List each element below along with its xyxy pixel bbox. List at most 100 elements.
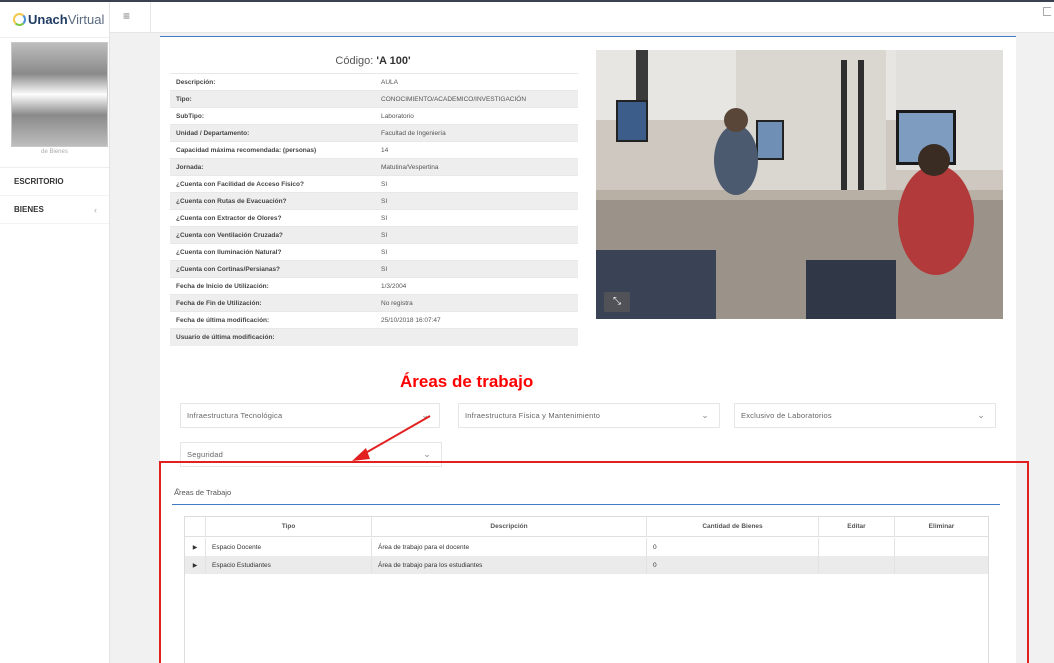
detail-value: AULA	[375, 73, 578, 91]
detail-value: Facultad de Ingeniería	[375, 124, 578, 142]
annotation-title: Áreas de trabajo	[400, 372, 534, 391]
cell-editar[interactable]	[819, 538, 895, 556]
detail-row: Tipo: CONOCIMIENTO/ACADEMICO/INVESTIGACIÓ…	[170, 90, 578, 108]
chevron-down-icon: ⌄	[977, 410, 985, 420]
detail-label: Unidad / Departamento:	[170, 124, 375, 142]
brand-name-bold: Unach	[28, 12, 68, 27]
column-header-descripcion[interactable]: Descripción	[372, 517, 647, 536]
sidebar-item-label: BIENES	[14, 205, 44, 214]
detail-label: Jornada:	[170, 158, 375, 176]
detail-value: SI	[375, 226, 578, 244]
detail-row: ¿Cuenta con Rutas de Evacuación? SI	[170, 192, 578, 210]
chevron-left-icon: ‹	[94, 204, 97, 215]
avatar	[11, 42, 108, 147]
detail-label: ¿Cuenta con Extractor de Olores?	[170, 209, 375, 227]
column-header-eliminar: Eliminar	[928, 523, 955, 530]
cell-cantidad: 0	[647, 538, 819, 556]
select-label: Infraestructura Física y Mantenimiento	[465, 411, 601, 420]
brand-logo[interactable]: Unach Virtual	[0, 2, 109, 38]
column-header-editar: Editar	[819, 517, 895, 536]
detail-row: ¿Cuenta con Iluminación Natural? SI	[170, 243, 578, 261]
cell-eliminar[interactable]	[895, 538, 988, 556]
sidebar-item-escritorio[interactable]: ESCRITORIO	[0, 168, 109, 196]
detail-value: SI	[375, 175, 578, 193]
chevron-up-icon[interactable]: ⌃	[174, 487, 997, 498]
detail-row: Jornada: Matutina/Vespertina	[170, 158, 578, 176]
detail-value: SI	[375, 243, 578, 261]
cell-tipo: Espacio Estudiantes	[206, 556, 372, 574]
logo-ring-icon	[13, 13, 26, 26]
detail-value: CONOCIMIENTO/ACADEMICO/INVESTIGACIÓN	[375, 90, 578, 108]
hamburger-menu-icon[interactable]: ≡	[123, 9, 137, 23]
brand-name-light: Virtual	[67, 12, 105, 27]
table-row[interactable]: ▶ Espacio Estudiantes Área de trabajo pa…	[185, 556, 988, 574]
detail-label: ¿Cuenta con Facilidad de Acceso Físico?	[170, 175, 375, 193]
cell-tipo: Espacio Docente	[206, 538, 372, 556]
detail-row: Capacidad máxima recomendada: (personas)…	[170, 141, 578, 159]
row-expander[interactable]: ▶	[185, 556, 206, 574]
select-exclusivo-laboratorios[interactable]: Exclusivo de Laboratorios ⌄	[734, 403, 996, 428]
logout-icon[interactable]	[1043, 7, 1051, 16]
cell-descripcion: Área de trabajo para los estudiantes	[372, 556, 647, 574]
detail-row: Fecha de Fin de Utilización: No registra	[170, 294, 578, 312]
chevron-down-icon: ⌄	[701, 410, 709, 420]
detail-value: 14	[375, 141, 578, 159]
column-header-tipo[interactable]: Tipo	[206, 517, 372, 536]
details-table: Descripción: AULA Tipo: CONOCIMIENTO/ACADEM…	[170, 73, 578, 346]
detail-row: Unidad / Departamento: Facultad de Ingeni…	[170, 124, 578, 142]
top-bar: ≡	[110, 2, 1054, 33]
record-code-title: Código: 'A 100'	[170, 55, 576, 67]
code-label: Código:	[335, 55, 374, 67]
detail-row: ¿Cuenta con Extractor de Olores? SI	[170, 209, 578, 227]
code-value: 'A 100'	[376, 55, 411, 67]
expand-image-icon[interactable]: ⤡	[604, 292, 630, 312]
detail-row: Fecha de última modificación: 25/10/2018 …	[170, 311, 578, 329]
select-infraestructura-fisica[interactable]: Infraestructura Física y Mantenimiento ⌄	[458, 403, 720, 428]
caret-right-icon: ▶	[192, 562, 198, 569]
room-photo[interactable]	[596, 50, 1003, 319]
grid-header-expander	[185, 517, 206, 536]
detail-row: ¿Cuenta con Cortinas/Persianas? SI	[170, 260, 578, 278]
detail-label: SubTipo:	[170, 107, 375, 125]
select-label: Exclusivo de Laboratorios	[741, 411, 832, 420]
detail-value: Laboratorio	[375, 107, 578, 125]
detail-label: Fecha de última modificación:	[170, 311, 375, 329]
detail-label: Fecha de Fin de Utilización:	[170, 294, 375, 312]
select-label: Infraestructura Tecnológica	[187, 411, 283, 420]
caret-right-icon: ▶	[192, 544, 198, 551]
column-header-cantidad[interactable]: Cantidad de Bienes	[647, 517, 819, 536]
row-expander[interactable]: ▶	[185, 538, 206, 556]
detail-value: 25/10/2018 16:07:47	[375, 311, 578, 329]
work-areas-header[interactable]: Áreas de Trabajo ⌃	[172, 483, 1000, 505]
cell-eliminar[interactable]	[895, 556, 988, 574]
detail-label: ¿Cuenta con Cortinas/Persianas?	[170, 260, 375, 278]
select-label: Seguridad	[187, 450, 223, 459]
detail-label: Usuario de última modificación:	[170, 328, 375, 346]
detail-value: Matutina/Vespertina	[375, 158, 578, 176]
divider	[150, 2, 151, 33]
detail-value: 1/3/2004	[375, 277, 578, 295]
detail-value: SI	[375, 209, 578, 227]
cell-editar[interactable]	[819, 556, 895, 574]
chevron-down-icon: ⌄	[421, 410, 429, 420]
detail-row: SubTipo: Laboratorio	[170, 107, 578, 125]
table-row[interactable]: ▶ Espacio Docente Área de trabajo para e…	[185, 538, 988, 556]
cell-descripcion: Área de trabajo para el docente	[372, 538, 647, 556]
sidebar-item-bienes[interactable]: BIENES ‹	[0, 196, 109, 224]
detail-value	[375, 328, 578, 346]
cell-cantidad: 0	[647, 556, 819, 574]
detail-label: Tipo:	[170, 90, 375, 108]
detail-row: Fecha de Inicio de Utilización: 1/3/2004	[170, 277, 578, 295]
detail-row: ¿Cuenta con Facilidad de Acceso Físico? S…	[170, 175, 578, 193]
detail-value: No registra	[375, 294, 578, 312]
detail-label: Descripción:	[170, 73, 375, 91]
sidebar: Unach Virtual de Bienes ESCRITORIO BIENE…	[0, 2, 110, 663]
detail-label: ¿Cuenta con Iluminación Natural?	[170, 243, 375, 261]
sidebar-item-label: ESCRITORIO	[14, 177, 64, 186]
detail-value: SI	[375, 192, 578, 210]
room-photo-drawing	[596, 50, 1003, 319]
detail-value: SI	[375, 260, 578, 278]
detail-label: Capacidad máxima recomendada: (personas)	[170, 141, 375, 159]
side-menu: ESCRITORIO BIENES ‹	[0, 167, 109, 224]
select-infraestructura-tecnologica[interactable]: Infraestructura Tecnológica ⌄	[180, 403, 440, 428]
